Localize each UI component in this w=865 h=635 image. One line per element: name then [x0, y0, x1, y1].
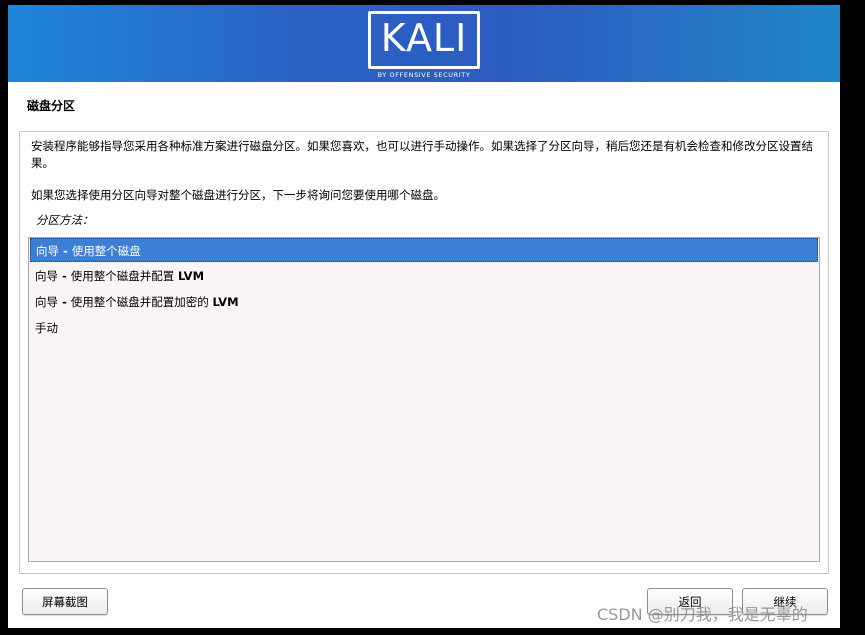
description-text-2: 如果您选择使用分区向导对整个磁盘进行分区，下一步将询问您要使用哪个磁盘。 [31, 188, 445, 202]
option-text: 使用整个磁盘 [71, 244, 141, 258]
installer-window: KALI BY OFFENSIVE SECURITY 磁盘分区 安装程序能够指导… [8, 5, 840, 628]
option-bold-tail: LVM [177, 269, 205, 283]
option-separator: - [59, 244, 72, 258]
partition-method-list[interactable]: 向导 - 使用整个磁盘 向导 - 使用整个磁盘并配置 LVM 向导 - 使用整个… [28, 237, 820, 562]
option-separator: - [58, 269, 71, 283]
option-text: 使用整个磁盘并配置 [70, 269, 178, 283]
option-prefix: 向导 [36, 244, 59, 258]
screenshot-button[interactable]: 屏幕截图 [22, 588, 108, 615]
option-separator: - [58, 295, 71, 309]
csdn-watermark: CSDN @别刀我，我是无辜的 [597, 605, 808, 624]
content-panel: 安装程序能够指导您采用各种标准方案进行磁盘分区。如果您喜欢，也可以进行手动操作。… [19, 131, 829, 574]
kali-banner: KALI BY OFFENSIVE SECURITY [8, 5, 840, 82]
kali-logo: KALI [368, 11, 480, 69]
description-text: 安装程序能够指导您采用各种标准方案进行磁盘分区。如果您喜欢，也可以进行手动操作。… [31, 139, 813, 170]
option-bold-tail: LVM [212, 295, 239, 309]
option-text: 使用整个磁盘并配置加密的 [70, 295, 213, 309]
logo-text: KALI [380, 16, 468, 60]
option-guided-lvm[interactable]: 向导 - 使用整个磁盘并配置 LVM [30, 264, 818, 288]
logo-subtitle: BY OFFENSIVE SECURITY [377, 71, 471, 79]
partition-method-label: 分区方法： [36, 213, 94, 227]
option-prefix: 向导 [35, 269, 58, 283]
option-guided-entire-disk[interactable]: 向导 - 使用整个磁盘 [30, 238, 818, 262]
option-prefix: 手动 [35, 321, 58, 335]
option-guided-encrypted-lvm[interactable]: 向导 - 使用整个磁盘并配置加密的 LVM [30, 290, 818, 314]
page-title: 磁盘分区 [27, 99, 76, 113]
option-prefix: 向导 [35, 295, 58, 309]
option-manual[interactable]: 手动 [30, 316, 818, 340]
